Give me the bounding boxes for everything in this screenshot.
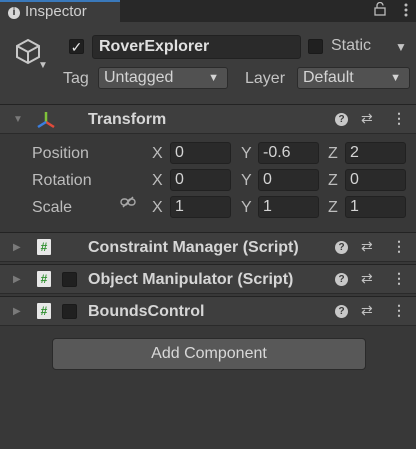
foldout-collapsed-icon[interactable]: ▶	[13, 242, 21, 253]
x-axis-label[interactable]: X	[152, 172, 163, 190]
rotation-z-field[interactable]: 0	[345, 169, 406, 191]
rotation-x-field[interactable]: 0	[170, 169, 231, 191]
layer-dropdown[interactable]: Default ▼	[297, 67, 410, 89]
component-title: BoundsControl	[88, 303, 205, 320]
check-icon: ✓	[70, 39, 83, 55]
static-dropdown-arrow-icon[interactable]: ▼	[395, 40, 407, 54]
tab-title: Inspector	[25, 3, 87, 20]
presets-icon[interactable]: ⇄	[361, 110, 373, 127]
x-axis-label[interactable]: X	[152, 199, 163, 217]
rotation-y-field[interactable]: 0	[258, 169, 319, 191]
icon-dropdown-arrow-icon[interactable]: ▼	[38, 60, 48, 71]
lock-icon[interactable]	[374, 1, 386, 16]
help-icon[interactable]: ?	[335, 305, 348, 318]
presets-icon[interactable]: ⇄	[361, 302, 373, 319]
chevron-down-icon: ▼	[208, 72, 219, 84]
active-checkbox[interactable]: ✓	[69, 39, 84, 54]
z-axis-label[interactable]: Z	[328, 199, 338, 217]
add-component-button[interactable]: Add Component	[52, 338, 366, 370]
script-hash-icon: #	[37, 239, 51, 255]
kebab-menu-icon[interactable]: ⋮	[392, 110, 406, 127]
chevron-down-icon: ▼	[390, 72, 401, 84]
foldout-collapsed-icon[interactable]: ▶	[13, 274, 21, 285]
scale-y-field[interactable]: 1	[258, 196, 319, 218]
scale-x-field[interactable]: 1	[170, 196, 231, 218]
rotation-label: Rotation	[32, 172, 92, 189]
script-hash-icon: #	[37, 303, 51, 319]
y-axis-label[interactable]: Y	[241, 145, 252, 163]
constraint-manager-header[interactable]: ▶ # Constraint Manager (Script) ? ⇄ ⋮	[0, 232, 416, 262]
scale-label: Scale	[32, 199, 73, 216]
tab-inspector[interactable]: i Inspector	[0, 0, 120, 22]
presets-icon[interactable]: ⇄	[361, 270, 373, 287]
kebab-menu-icon[interactable]: ⋮	[392, 238, 406, 255]
z-axis-label[interactable]: Z	[328, 172, 338, 190]
position-label: Position	[32, 145, 89, 162]
transform-header[interactable]: ▼ Transform ? ⇄ ⋮	[0, 104, 416, 134]
component-title: Constraint Manager (Script)	[88, 239, 299, 256]
help-icon[interactable]: ?	[335, 113, 348, 126]
layer-value: Default	[303, 69, 354, 86]
info-icon: i	[8, 7, 20, 19]
scale-z-field[interactable]: 1	[345, 196, 406, 218]
constrain-proportions-icon[interactable]	[120, 196, 136, 211]
component-enabled-checkbox[interactable]	[62, 272, 77, 287]
help-icon[interactable]: ?	[335, 273, 348, 286]
kebab-menu-icon[interactable]: ⋮	[392, 302, 406, 319]
tag-value: Untagged	[104, 69, 174, 86]
z-axis-label[interactable]: Z	[328, 145, 338, 163]
script-hash-icon: #	[37, 271, 51, 287]
layer-label: Layer	[245, 70, 286, 87]
static-checkbox[interactable]	[308, 39, 323, 54]
foldout-collapsed-icon[interactable]: ▶	[13, 306, 21, 317]
transform-axes-icon	[36, 110, 56, 130]
position-x-field[interactable]: 0	[170, 142, 231, 164]
tab-bar: i Inspector	[0, 0, 416, 22]
y-axis-label[interactable]: Y	[241, 199, 252, 217]
static-label: Static	[331, 37, 372, 54]
gameobject-name-field[interactable]: RoverExplorer	[92, 35, 301, 59]
tag-dropdown[interactable]: Untagged ▼	[98, 67, 228, 89]
object-manipulator-header[interactable]: ▶ # Object Manipulator (Script) ? ⇄ ⋮	[0, 264, 416, 294]
bounds-control-header[interactable]: ▶ # BoundsControl ? ⇄ ⋮	[0, 296, 416, 326]
tag-label: Tag	[63, 70, 89, 87]
help-icon[interactable]: ?	[335, 241, 348, 254]
x-axis-label[interactable]: X	[152, 145, 163, 163]
tab-menu-icon[interactable]	[404, 3, 408, 17]
component-enabled-checkbox[interactable]	[62, 304, 77, 319]
component-title: Object Manipulator (Script)	[88, 271, 294, 288]
transform-title: Transform	[88, 111, 167, 128]
presets-icon[interactable]: ⇄	[361, 238, 373, 255]
y-axis-label[interactable]: Y	[241, 172, 252, 190]
position-y-field[interactable]: -0.6	[258, 142, 319, 164]
kebab-menu-icon[interactable]: ⋮	[392, 270, 406, 287]
foldout-expanded-icon[interactable]: ▼	[13, 114, 23, 125]
position-z-field[interactable]: 2	[345, 142, 406, 164]
